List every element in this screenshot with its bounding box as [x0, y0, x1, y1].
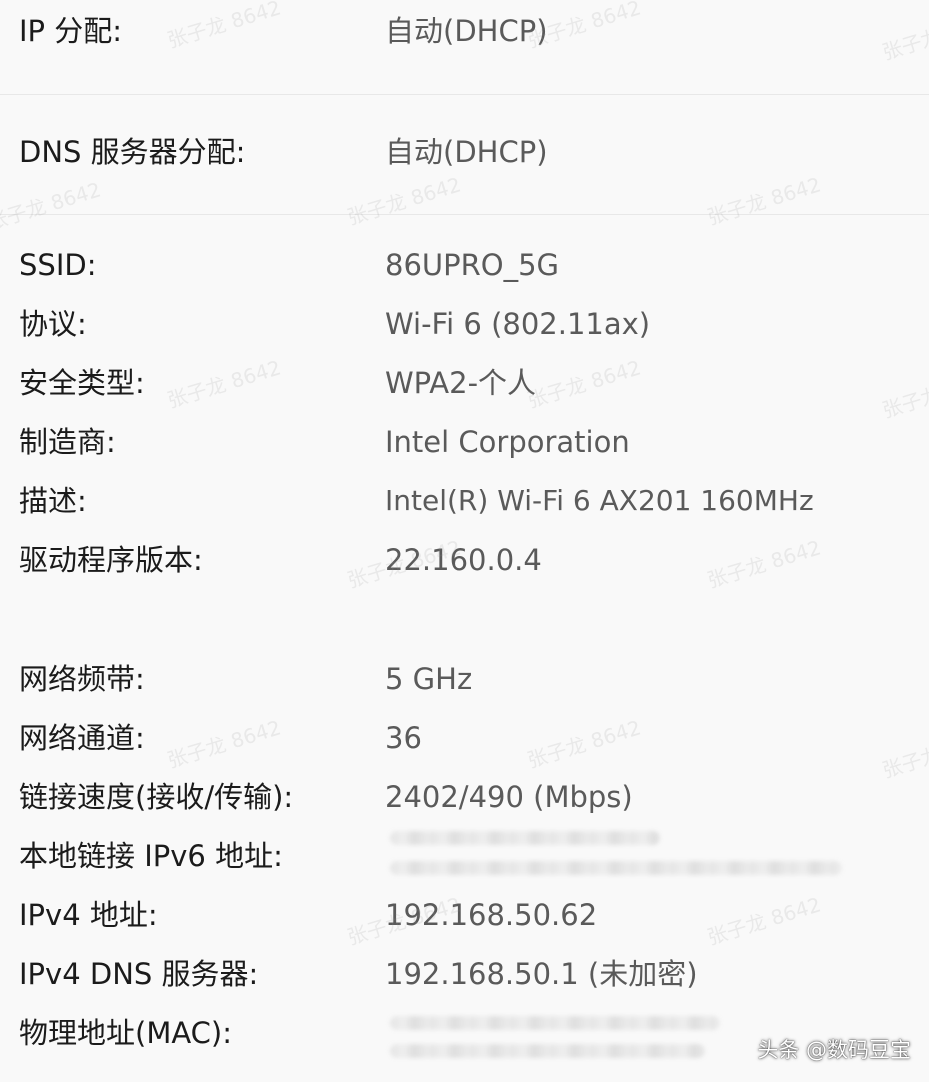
properties-section: SSID: 86UPRO_5G 协议: Wi-Fi 6 (802.11ax) 安…: [0, 215, 929, 1082]
redacted-ipv6-line-1: [390, 831, 660, 845]
property-label: 本地链接 IPv6 地址:: [19, 839, 283, 873]
ip-assignment-row: IP 分配: 自动(DHCP): [0, 6, 929, 56]
property-row-protocol: 协议: Wi-Fi 6 (802.11ax): [0, 299, 929, 349]
dns-assignment-row: DNS 服务器分配: 自动(DHCP): [0, 127, 929, 177]
property-row-manufacturer: 制造商: Intel Corporation: [0, 417, 929, 467]
redacted-mac-line-1: [390, 1016, 720, 1030]
ip-assignment-section: IP 分配: 自动(DHCP): [0, 0, 929, 94]
property-value[interactable]: Intel Corporation: [385, 417, 630, 467]
dns-assignment-value: 自动(DHCP): [385, 135, 548, 169]
source-watermark: 头条 @数码豆宝: [757, 1038, 911, 1062]
property-value[interactable]: 192.168.50.1 (未加密): [385, 949, 698, 999]
property-label: 描述:: [19, 484, 87, 518]
property-label: 链接速度(接收/传输):: [19, 780, 294, 814]
property-row-ipv6-address: 本地链接 IPv6 地址:: [0, 831, 929, 881]
property-label: IPv4 地址:: [19, 898, 158, 932]
property-row-network-channel: 网络通道: 36: [0, 713, 929, 763]
property-label: 网络通道:: [19, 721, 145, 755]
property-label: 网络频带:: [19, 662, 145, 696]
dns-assignment-section: DNS 服务器分配: 自动(DHCP): [0, 95, 929, 214]
property-row-ipv4-dns: IPv4 DNS 服务器: 192.168.50.1 (未加密): [0, 949, 929, 999]
property-label: IPv4 DNS 服务器:: [19, 957, 259, 991]
property-value[interactable]: 5 GHz: [385, 654, 472, 704]
property-value[interactable]: 192.168.50.62: [385, 890, 597, 940]
property-row-link-speed: 链接速度(接收/传输): 2402/490 (Mbps): [0, 772, 929, 822]
property-value[interactable]: 36: [385, 713, 422, 763]
property-label: 驱动程序版本:: [19, 543, 203, 577]
property-row-description: 描述: Intel(R) Wi-Fi 6 AX201 160MHz: [0, 476, 929, 526]
property-value[interactable]: 2402/490 (Mbps): [385, 772, 633, 822]
property-label: SSID:: [19, 248, 97, 282]
ip-assignment-value: 自动(DHCP): [385, 14, 548, 48]
property-label: 制造商:: [19, 425, 116, 459]
property-label: 物理地址(MAC):: [19, 1016, 232, 1050]
property-row-driver-version: 驱动程序版本: 22.160.0.4: [0, 535, 929, 585]
property-row-security-type: 安全类型: WPA2-个人: [0, 358, 929, 408]
ip-assignment-label: IP 分配:: [19, 14, 123, 48]
dns-assignment-label: DNS 服务器分配:: [19, 135, 246, 169]
property-row-ipv4-address: IPv4 地址: 192.168.50.62: [0, 890, 929, 940]
property-value[interactable]: WPA2-个人: [385, 358, 536, 408]
property-row-ssid: SSID: 86UPRO_5G: [0, 240, 929, 290]
property-value[interactable]: Intel(R) Wi-Fi 6 AX201 160MHz: [385, 476, 814, 526]
property-value[interactable]: 86UPRO_5G: [385, 240, 559, 290]
property-value[interactable]: Wi-Fi 6 (802.11ax): [385, 299, 650, 349]
property-value[interactable]: 22.160.0.4: [385, 535, 542, 585]
property-label: 协议:: [19, 307, 87, 341]
property-label: 安全类型:: [19, 366, 145, 400]
redacted-ipv6-line-2: [390, 861, 842, 875]
property-row-network-band: 网络频带: 5 GHz: [0, 654, 929, 704]
redacted-mac-line-2: [390, 1044, 705, 1058]
